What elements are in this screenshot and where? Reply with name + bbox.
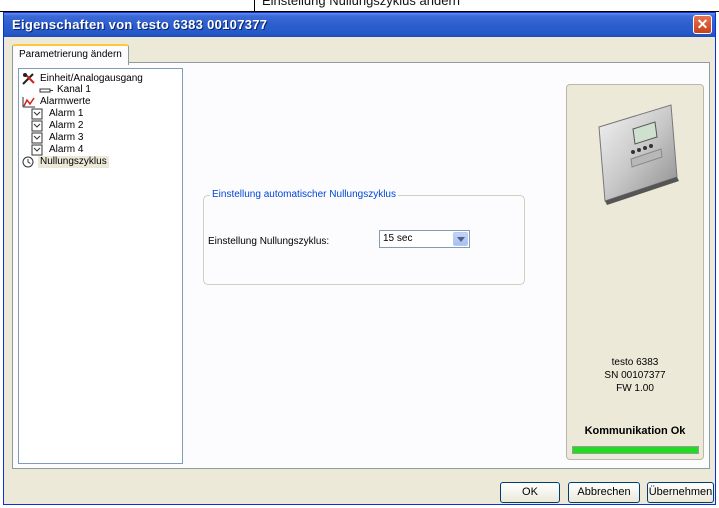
- device-firmware: FW 1.00: [616, 383, 654, 394]
- device-image: [581, 97, 689, 207]
- chevron-down-icon: [457, 237, 465, 242]
- window-title: Eigenschaften von testo 6383 00107377: [12, 17, 268, 32]
- alarm-item-icon: [31, 120, 45, 132]
- tree-item-label: Alarm 3: [49, 132, 84, 143]
- alarm-item-icon: [31, 132, 45, 144]
- progress-fill: [573, 447, 698, 453]
- select-value: 15 sec: [383, 233, 413, 244]
- apply-button[interactable]: Übernehmen: [647, 482, 714, 503]
- device-serial: SN 00107377: [604, 370, 666, 381]
- dropdown-arrow[interactable]: [453, 232, 468, 246]
- alarm-item-icon: [31, 144, 45, 156]
- tree-item-kanal1[interactable]: Kanal 1: [39, 84, 93, 96]
- tree-item-alarmwerte[interactable]: Alarmwerte: [22, 96, 93, 108]
- device-model: testo 6383: [611, 357, 659, 368]
- nullungszyklus-group: Einstellung automatischer Nullungszyklus…: [203, 189, 525, 285]
- ok-button[interactable]: OK: [500, 482, 560, 503]
- background-text: Einstellung Nullungszyklus ändern: [262, 0, 461, 8]
- tab-panel: Einheit/Analogausgang Kanal 1 Alarmwerte…: [12, 62, 710, 469]
- close-button[interactable]: ✕: [693, 15, 712, 34]
- alarm-item-icon: [31, 108, 45, 120]
- nullungszyklus-label: Einstellung Nullungszyklus:: [208, 236, 330, 247]
- communication-status: Kommunikation Ok: [584, 425, 686, 437]
- tree-item-label: Alarm 4: [49, 144, 84, 155]
- channel-icon: [39, 84, 53, 96]
- group-legend: Einstellung automatischer Nullungszyklus: [210, 189, 398, 200]
- cancel-button[interactable]: Abbrechen: [568, 482, 640, 503]
- title-bar[interactable]: Eigenschaften von testo 6383 00107377 ✕: [4, 13, 715, 37]
- clock-icon: [22, 156, 36, 168]
- close-icon: ✕: [696, 16, 709, 32]
- communication-progress: [572, 446, 699, 454]
- tools-icon: [22, 73, 36, 85]
- tree-item-alarm1[interactable]: Alarm 1: [31, 108, 85, 120]
- device-panel: testo 6383 SN 00107377 FW 1.00 Kommunika…: [566, 84, 704, 460]
- tab-parametrierung[interactable]: Parametrierung ändern: [12, 44, 129, 65]
- background-document: Einstellung Nullungszyklus ändern: [0, 0, 719, 12]
- tree-item-label: Kanal 1: [57, 84, 91, 95]
- tree-item-alarm2[interactable]: Alarm 2: [31, 120, 85, 132]
- settings-tree: Einheit/Analogausgang Kanal 1 Alarmwerte…: [18, 68, 183, 464]
- properties-dialog: Eigenschaften von testo 6383 00107377 ✕ …: [3, 12, 716, 505]
- tree-item-label: Alarm 2: [49, 120, 84, 131]
- tree-item-alarm4[interactable]: Alarm 4: [31, 144, 85, 156]
- tree-item-label: Nullungszyklus: [38, 156, 109, 168]
- nullungszyklus-select[interactable]: 15 sec: [379, 230, 470, 248]
- tree-item-nullungszyklus[interactable]: Nullungszyklus: [22, 156, 109, 168]
- tree-item-label: Alarm 1: [49, 108, 84, 119]
- tree-item-alarm3[interactable]: Alarm 3: [31, 132, 85, 144]
- alarm-chart-icon: [22, 96, 36, 108]
- tree-item-label: Alarmwerte: [40, 96, 91, 107]
